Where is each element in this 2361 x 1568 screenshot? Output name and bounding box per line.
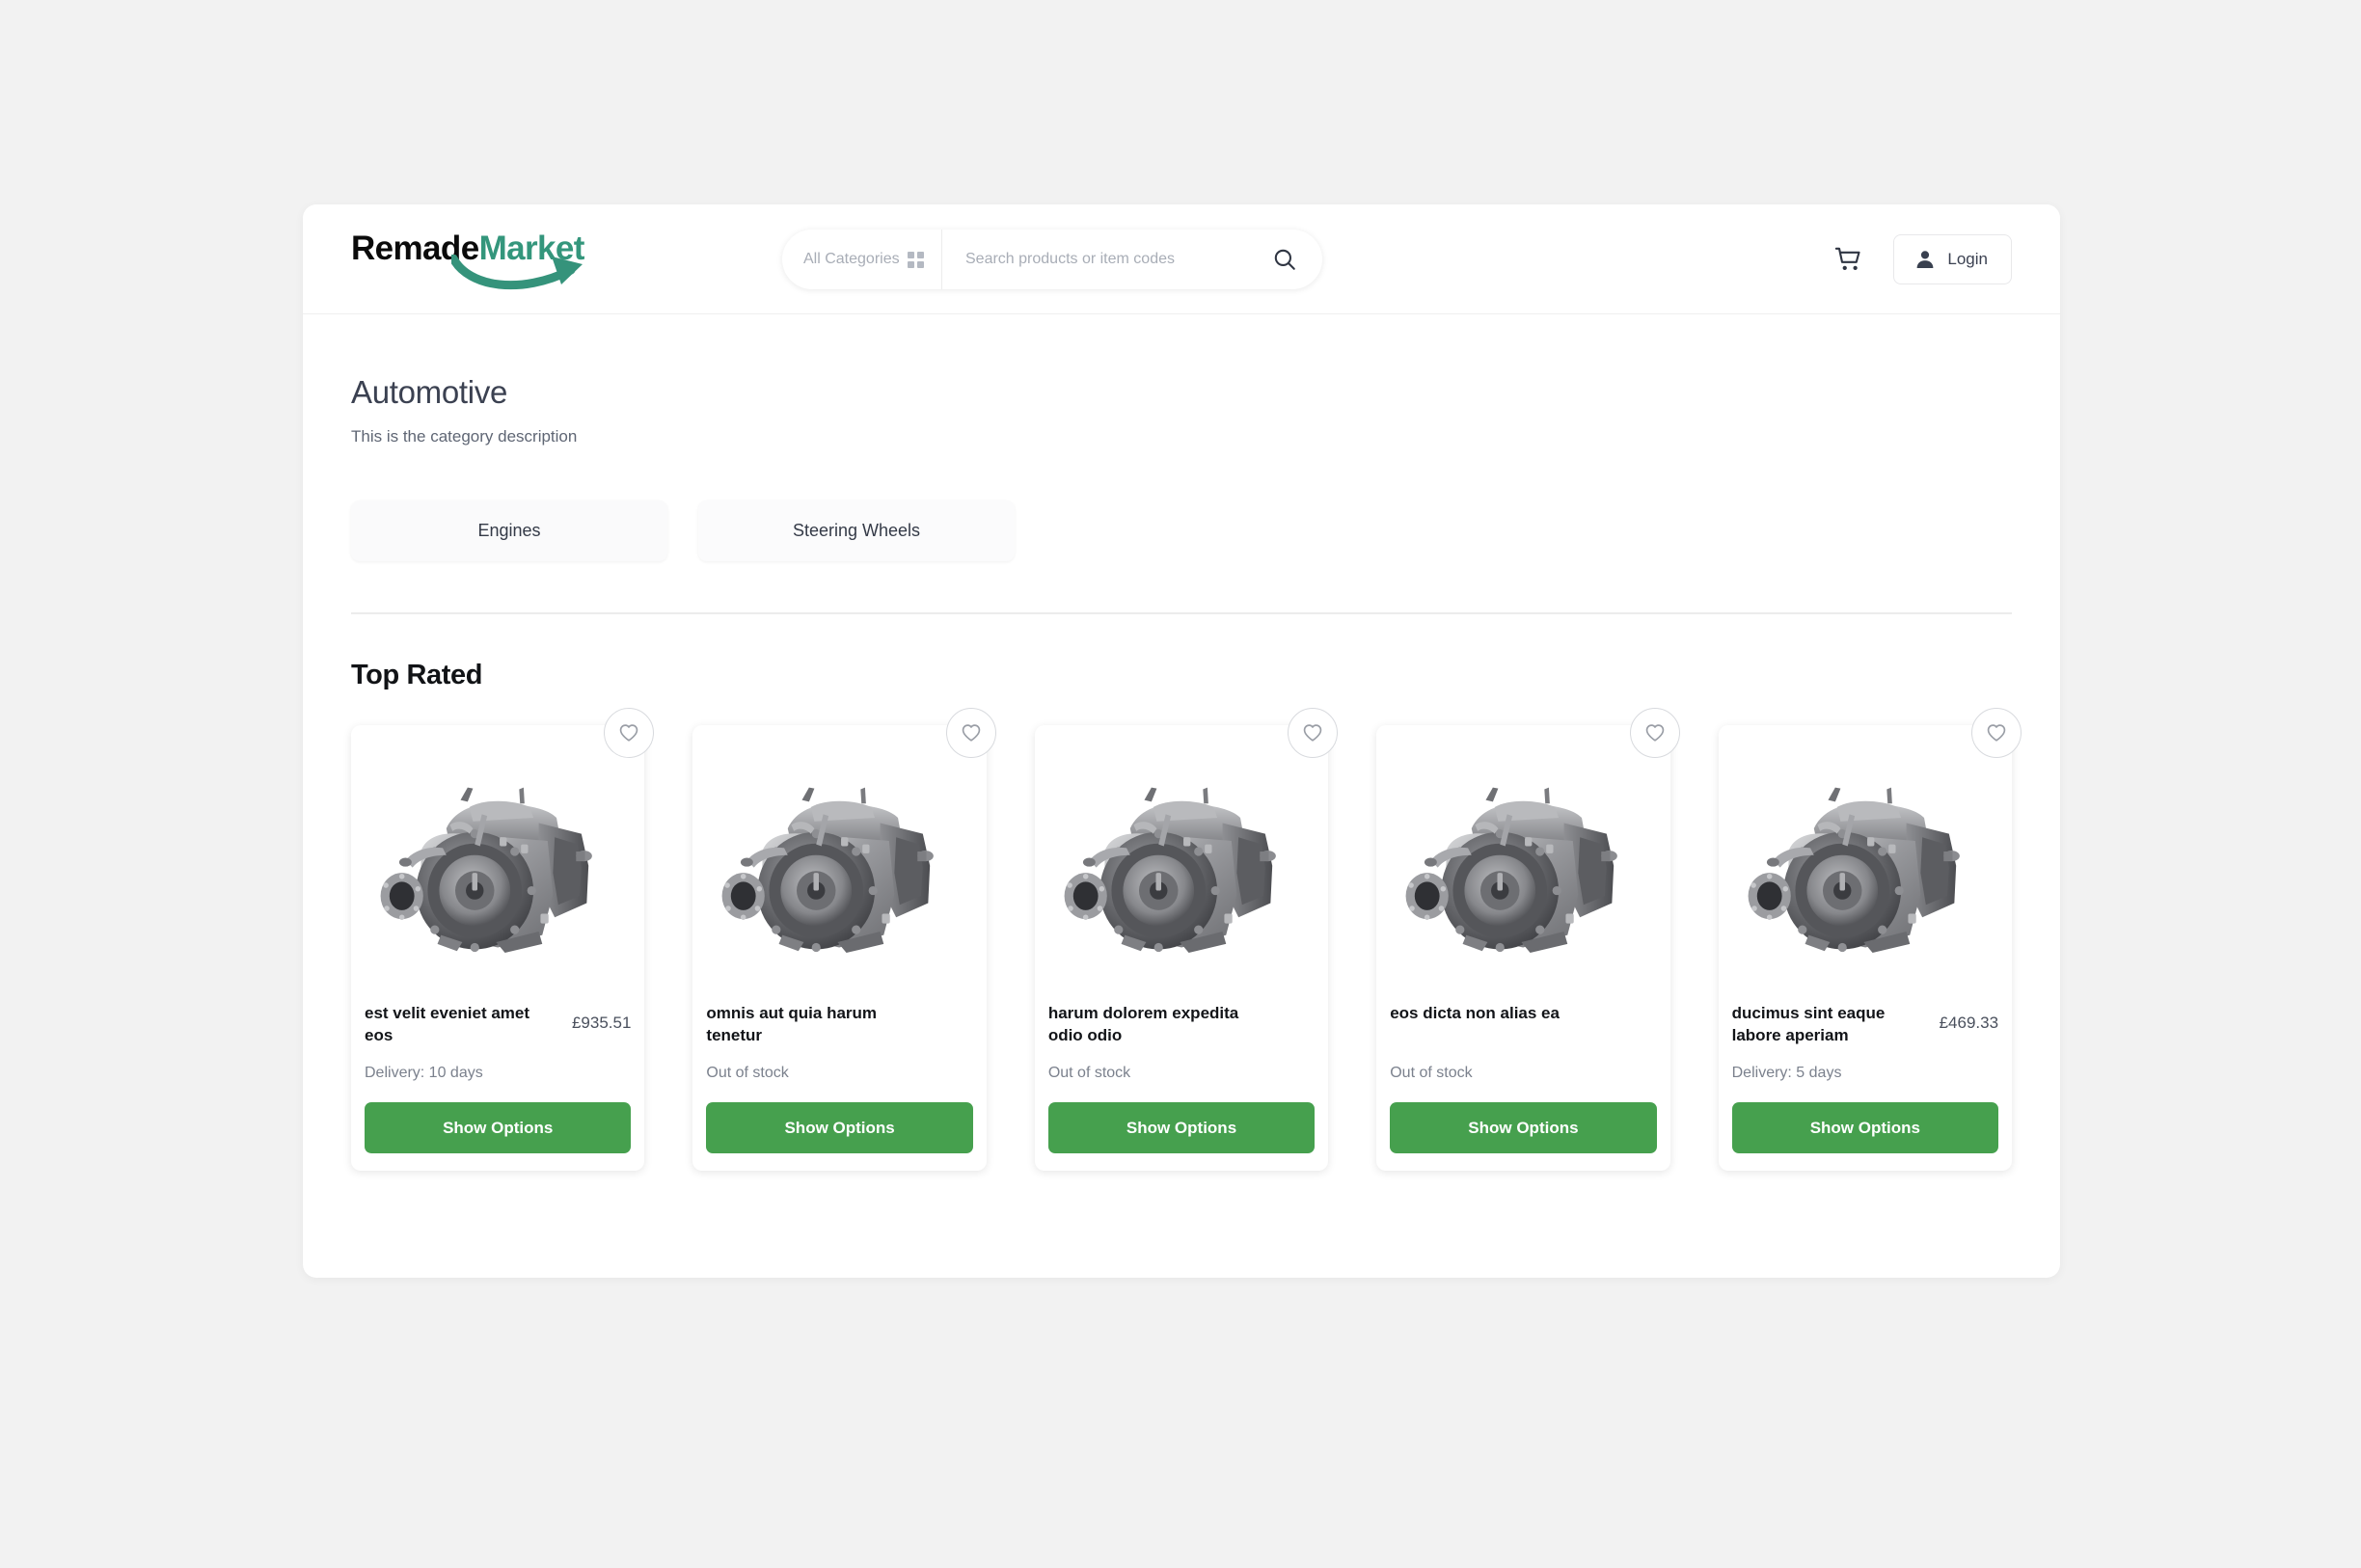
subcategory-list: Engines Steering Wheels [351, 500, 2012, 561]
product-name-price-row: omnis aut quia harum tenetur [706, 1003, 972, 1057]
subcategory-label: Engines [477, 521, 541, 540]
product-info: harum dolorem expedita odio odio Out of … [1035, 987, 1328, 1153]
login-button[interactable]: Login [1893, 234, 2012, 284]
product-name-price-row: est velit eveniet amet eos £935.51 [365, 1003, 631, 1057]
category-header: Automotive This is the category descript… [351, 314, 2012, 446]
search-field [942, 230, 1322, 289]
header-actions: Login [1830, 204, 2012, 314]
product-image [706, 739, 973, 987]
section-heading-top-rated: Top Rated [351, 660, 483, 690]
product-name-price-row: harum dolorem expedita odio odio [1048, 1003, 1315, 1057]
product-price: £469.33 [1939, 1014, 1999, 1032]
product-name: est velit eveniet amet eos [365, 1004, 530, 1044]
product-price: £935.51 [571, 1014, 632, 1032]
product-name-price-row: eos dicta non alias ea [1390, 1003, 1656, 1057]
product-card[interactable]: ducimus sint eaque labore aperiam £469.3… [1718, 708, 2022, 1171]
product-image [1047, 739, 1316, 987]
favourite-button[interactable] [945, 708, 996, 758]
show-options-button[interactable]: Show Options [706, 1102, 973, 1153]
product-name: ducimus sint eaque labore aperiam [1731, 1004, 1886, 1044]
product-card[interactable]: eos dicta non alias ea Out of stock Show… [1376, 708, 1680, 1171]
heart-icon [620, 724, 638, 742]
brand-logo-part2: Market [478, 229, 585, 267]
favourite-button[interactable] [1629, 708, 1680, 758]
product-info: eos dicta non alias ea Out of stock Show… [1376, 987, 1669, 1153]
product-card[interactable]: est velit eveniet amet eos £935.51 Deliv… [351, 708, 655, 1171]
heart-icon [962, 724, 981, 742]
product-name: omnis aut quia harum tenetur [706, 1004, 878, 1044]
site-header: RemadeMarket All Categories Search produ… [303, 204, 2060, 314]
product-info: omnis aut quia harum tenetur Out of stoc… [692, 987, 986, 1153]
favourite-button[interactable] [604, 708, 655, 758]
cart-button[interactable] [1830, 240, 1868, 279]
search-icon[interactable] [1272, 247, 1297, 272]
product-name: harum dolorem expedita odio odio [1047, 1004, 1239, 1044]
favourite-button[interactable] [1971, 708, 2022, 758]
show-options-button[interactable]: Show Options [1047, 1102, 1316, 1153]
shopping-cart-icon [1835, 247, 1860, 270]
brand-logo[interactable]: RemadeMarket [351, 230, 611, 289]
product-name-price-row: ducimus sint eaque labore aperiam £469.3… [1732, 1003, 1998, 1057]
product-stock-status: Delivery: 10 days [365, 1065, 483, 1081]
product-name: eos dicta non alias ea [1390, 1004, 1560, 1022]
product-image [365, 739, 632, 987]
login-button-label: Login [1947, 250, 1988, 268]
heart-icon [1987, 724, 2006, 742]
product-info: est velit eveniet amet eos £935.51 Deliv… [351, 987, 644, 1153]
brand-logo-text: RemadeMarket [351, 230, 611, 268]
product-stock-status: Out of stock [706, 1065, 789, 1081]
show-options-button[interactable]: Show Options [1390, 1102, 1657, 1153]
product-info: ducimus sint eaque labore aperiam £469.3… [1719, 987, 2012, 1153]
product-image [1390, 739, 1657, 987]
show-options-button[interactable]: Show Options [365, 1102, 632, 1153]
heart-icon [1303, 724, 1322, 742]
search-bar: All Categories [782, 230, 1322, 289]
search-input[interactable] [965, 251, 1248, 268]
page-title: Automotive [351, 374, 508, 410]
product-card[interactable]: harum dolorem expedita odio odio Out of … [1034, 708, 1339, 1171]
product-stock-status: Out of stock [1390, 1065, 1473, 1081]
heart-icon [1645, 724, 1664, 742]
favourite-button[interactable] [1288, 708, 1339, 758]
page-container: RemadeMarket All Categories Search produ… [303, 204, 2060, 1278]
person-icon [1916, 251, 1934, 268]
category-description: This is the category description [351, 427, 578, 446]
subcategory-label: Steering Wheels [792, 521, 921, 540]
grid-icon [908, 251, 924, 268]
category-select[interactable]: All Categories [782, 230, 942, 289]
category-select-label: All Categories [803, 251, 900, 267]
page-body: Automotive This is the category descript… [303, 314, 2060, 1180]
section-divider [351, 612, 2012, 614]
brand-logo-part1: Remade [351, 229, 479, 267]
subcategory-item-steering-wheels[interactable]: Steering Wheels [698, 500, 1015, 561]
product-grid: est velit eveniet amet eos £935.51 Deliv… [351, 708, 2022, 1180]
product-stock-status: Delivery: 5 days [1731, 1065, 1842, 1081]
product-stock-status: Out of stock [1047, 1065, 1131, 1081]
subcategory-item-engines[interactable]: Engines [351, 500, 667, 561]
product-image [1731, 739, 1999, 987]
product-card[interactable]: omnis aut quia harum tenetur Out of stoc… [692, 708, 996, 1171]
show-options-button[interactable]: Show Options [1731, 1102, 1999, 1153]
